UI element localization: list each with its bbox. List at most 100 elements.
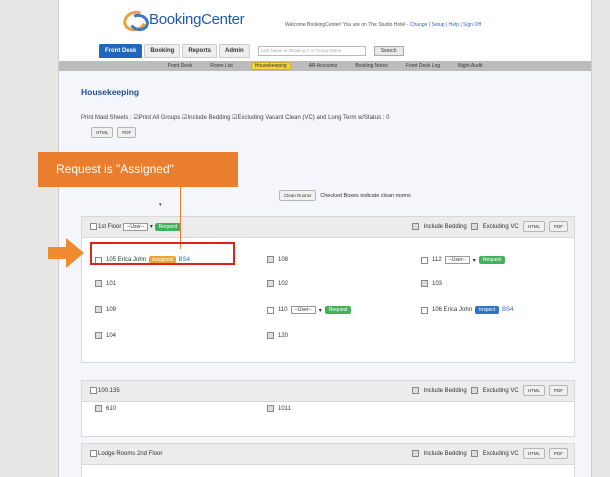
subnav-night-audit[interactable]: Night Audit: [458, 63, 482, 69]
include-bedding-checkbox[interactable]: [411, 223, 419, 230]
pdf-button[interactable]: PDF: [117, 127, 137, 138]
section-checkbox[interactable]: [90, 387, 97, 394]
tab-admin[interactable]: Admin: [219, 44, 250, 58]
request-button[interactable]: Request: [324, 306, 352, 314]
main-content: Housekeeping Print Maid Sheets : ☑Print …: [59, 71, 591, 477]
clean-rooms-button[interactable]: Clean Rooms: [279, 190, 317, 201]
section-options: Include Bedding Excluding VC HTML PDF: [411, 221, 568, 232]
maid-sheets-text: Print Maid Sheets : ☑Print All Groups ☑I…: [81, 115, 390, 121]
room-checkbox[interactable]: [421, 306, 428, 314]
room-104: 104: [95, 332, 116, 339]
room-checkbox[interactable]: [267, 405, 274, 412]
maid-sheet-buttons: HTML PDF: [91, 127, 137, 138]
section-header: Lodge Rooms 2nd Floor Include Bedding Ex…: [82, 444, 574, 465]
room-label: 109: [106, 306, 117, 313]
setup-link[interactable]: Setup: [432, 22, 445, 28]
top-bar: BookingCenter Welcome BookingCenter! You…: [59, 0, 591, 71]
section-checkbox[interactable]: [90, 223, 97, 230]
html-button[interactable]: HTML: [91, 127, 114, 138]
subnav-housekeeping[interactable]: Housekeeping: [250, 62, 291, 70]
section-header: 1st Floor --User-- ▾ Request Include Bed…: [82, 217, 574, 238]
excluding-vc-label: Excluding VC: [482, 450, 519, 457]
logo-text: BookingCenter: [149, 10, 245, 28]
pdf-button[interactable]: PDF: [549, 385, 568, 396]
room-label: 106 Erica John: [432, 307, 473, 313]
room-101: 101: [95, 280, 116, 287]
excluding-vc-checkbox[interactable]: [470, 450, 478, 457]
tab-front-desk[interactable]: Front Desk: [99, 44, 143, 58]
subnav-front-desk[interactable]: Front Desk: [168, 63, 192, 69]
callout-line: [180, 187, 181, 249]
request-button[interactable]: Request: [154, 223, 182, 232]
room-checkbox[interactable]: [421, 280, 428, 287]
browser-frame: BookingCenter Welcome BookingCenter! You…: [58, 0, 592, 477]
section-1st-floor: 1st Floor --User-- ▾ Request Include Bed…: [81, 216, 575, 363]
room-checkbox[interactable]: [421, 256, 428, 264]
logo-icon: [120, 7, 151, 35]
room-checkbox[interactable]: [95, 280, 102, 287]
excluding-vc-label: Excluding VC: [482, 387, 519, 394]
excluding-vc-checkbox[interactable]: [470, 223, 478, 230]
search-input[interactable]: Last Name or Booking # or Group Name: [257, 46, 366, 56]
room-108: 108: [267, 256, 288, 263]
change-link[interactable]: Change: [410, 22, 428, 28]
subnav-room-list[interactable]: Room List: [210, 63, 233, 69]
page-title: Housekeeping: [81, 87, 140, 97]
section-options: Include Bedding Excluding VC HTML PDF: [411, 385, 568, 396]
subnav-ar-accounts[interactable]: AR Accounts: [309, 63, 338, 69]
inspect-badge: Inspect: [475, 306, 500, 314]
help-link[interactable]: Help: [449, 22, 459, 28]
room-label: 108: [278, 256, 289, 263]
include-bedding-checkbox[interactable]: [411, 450, 419, 457]
tab-booking[interactable]: Booking: [144, 44, 181, 58]
user-select[interactable]: --User--: [444, 256, 470, 264]
room-label: 102: [278, 280, 289, 287]
html-button[interactable]: HTML: [522, 385, 545, 396]
include-bedding-checkbox[interactable]: [411, 387, 419, 394]
room-checkbox[interactable]: [267, 332, 274, 339]
user-select[interactable]: --User--: [290, 306, 316, 314]
section-checkbox[interactable]: [90, 450, 97, 457]
callout-box: Request is "Assigned": [38, 152, 238, 187]
tab-reports[interactable]: Reports: [182, 44, 218, 58]
section-options: Include Bedding Excluding VC HTML PDF: [411, 448, 568, 459]
section-label: 1st Floor --User-- ▾ Request: [90, 223, 182, 232]
bookingcenter-logo[interactable]: BookingCenter: [120, 7, 245, 35]
sub-nav: Front Desk Room List Housekeeping AR Acc…: [59, 61, 591, 71]
include-bedding-label: Include Bedding: [423, 223, 467, 230]
subnav-booking-notes[interactable]: Booking Notes: [355, 63, 388, 69]
room-112: 112 --User-- ▾ Request: [421, 256, 506, 264]
room-106: 106 Erica John Inspect BS4: [421, 306, 514, 314]
welcome-bar: Welcome BookingCenter! You are on The St…: [285, 22, 482, 28]
search-button[interactable]: Search: [373, 46, 404, 56]
include-bedding-label: Include Bedding: [423, 387, 467, 394]
sign-off-link[interactable]: Sign Off: [463, 22, 481, 28]
room-checkbox[interactable]: [95, 306, 102, 313]
room-1011: 1011: [267, 405, 291, 412]
html-button[interactable]: HTML: [522, 448, 545, 459]
room-checkbox[interactable]: [95, 332, 102, 339]
pdf-button[interactable]: PDF: [549, 448, 568, 459]
room-checkbox[interactable]: [267, 306, 274, 314]
clean-note: Checked Boxes indicate clean rooms: [320, 192, 411, 199]
include-bedding-label: Include Bedding: [423, 450, 467, 457]
room-link[interactable]: BS4: [502, 307, 513, 313]
room-label: 120: [278, 332, 289, 339]
section-name: 100.135: [98, 388, 120, 395]
room-select[interactable]: ▾: [159, 193, 162, 211]
section-100-135: 100.135 Include Bedding Excluding VC HTM…: [81, 380, 575, 437]
room-checkbox[interactable]: [267, 256, 274, 263]
subnav-front-desk-log[interactable]: Front Desk Log: [406, 63, 440, 69]
room-checkbox[interactable]: [95, 405, 102, 412]
user-select[interactable]: --User--: [123, 223, 149, 232]
welcome-text: Welcome BookingCenter! You are on The St…: [285, 22, 409, 28]
room-120: 120: [267, 332, 288, 339]
room-label: 1011: [278, 405, 291, 412]
room-103: 103: [421, 280, 442, 287]
html-button[interactable]: HTML: [522, 221, 545, 232]
section-label: Lodge Rooms 2nd Floor: [90, 450, 162, 457]
excluding-vc-checkbox[interactable]: [470, 387, 478, 394]
room-checkbox[interactable]: [267, 280, 274, 287]
pdf-button[interactable]: PDF: [549, 221, 568, 232]
request-button[interactable]: Request: [478, 256, 506, 264]
